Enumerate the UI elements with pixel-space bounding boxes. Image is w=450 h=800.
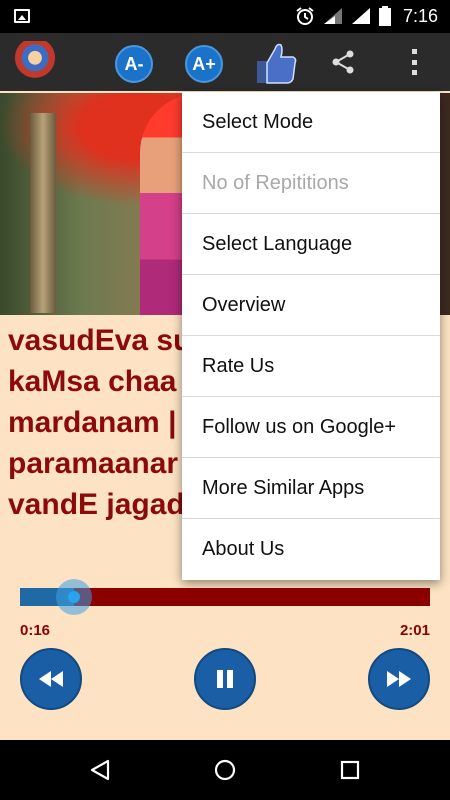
menu-item-about-us[interactable]: About Us bbox=[182, 519, 440, 580]
share-icon[interactable] bbox=[330, 49, 356, 75]
pause-button[interactable] bbox=[194, 648, 256, 710]
back-icon[interactable] bbox=[88, 758, 112, 782]
fast-forward-icon bbox=[387, 671, 411, 687]
status-icons: 7:16 bbox=[295, 5, 438, 27]
pause-icon bbox=[217, 670, 233, 688]
battery-icon bbox=[378, 6, 391, 26]
recent-apps-icon[interactable] bbox=[338, 758, 362, 782]
menu-item-select-language[interactable]: Select Language bbox=[182, 214, 440, 275]
overflow-popup-menu: Select Mode No of Repititions Select Lan… bbox=[182, 92, 440, 580]
menu-item-more-similar-apps[interactable]: More Similar Apps bbox=[182, 458, 440, 519]
increase-font-button[interactable]: A+ bbox=[185, 45, 223, 83]
fast-forward-button[interactable] bbox=[368, 648, 430, 710]
alarm-icon bbox=[296, 7, 314, 25]
home-icon[interactable] bbox=[213, 758, 237, 782]
status-bar: 7:16 bbox=[0, 0, 450, 33]
like-icon[interactable] bbox=[255, 41, 297, 85]
navigation-bar bbox=[0, 740, 450, 800]
action-bar: A- A+ bbox=[0, 33, 450, 91]
menu-item-overview[interactable]: Overview bbox=[182, 275, 440, 336]
seek-bar[interactable] bbox=[20, 579, 430, 615]
rewind-button[interactable] bbox=[20, 648, 82, 710]
menu-item-select-mode[interactable]: Select Mode bbox=[182, 92, 440, 153]
total-time: 2:01 bbox=[399, 622, 430, 639]
rewind-icon bbox=[39, 671, 63, 687]
wifi-icon bbox=[323, 8, 342, 24]
app-logo[interactable] bbox=[14, 41, 56, 83]
menu-item-follow-google-plus[interactable]: Follow us on Google+ bbox=[182, 397, 440, 458]
overflow-menu-icon[interactable] bbox=[405, 47, 423, 77]
seek-thumb[interactable] bbox=[68, 591, 81, 603]
status-time: 7:16 bbox=[402, 5, 438, 26]
elapsed-time: 0:16 bbox=[20, 622, 51, 639]
signal-icon bbox=[351, 8, 370, 24]
decrease-font-button[interactable]: A- bbox=[115, 45, 153, 83]
menu-item-rate-us[interactable]: Rate Us bbox=[182, 336, 440, 397]
gallery-icon bbox=[14, 9, 30, 23]
menu-item-no-of-repetitions: No of Repititions bbox=[182, 153, 440, 214]
